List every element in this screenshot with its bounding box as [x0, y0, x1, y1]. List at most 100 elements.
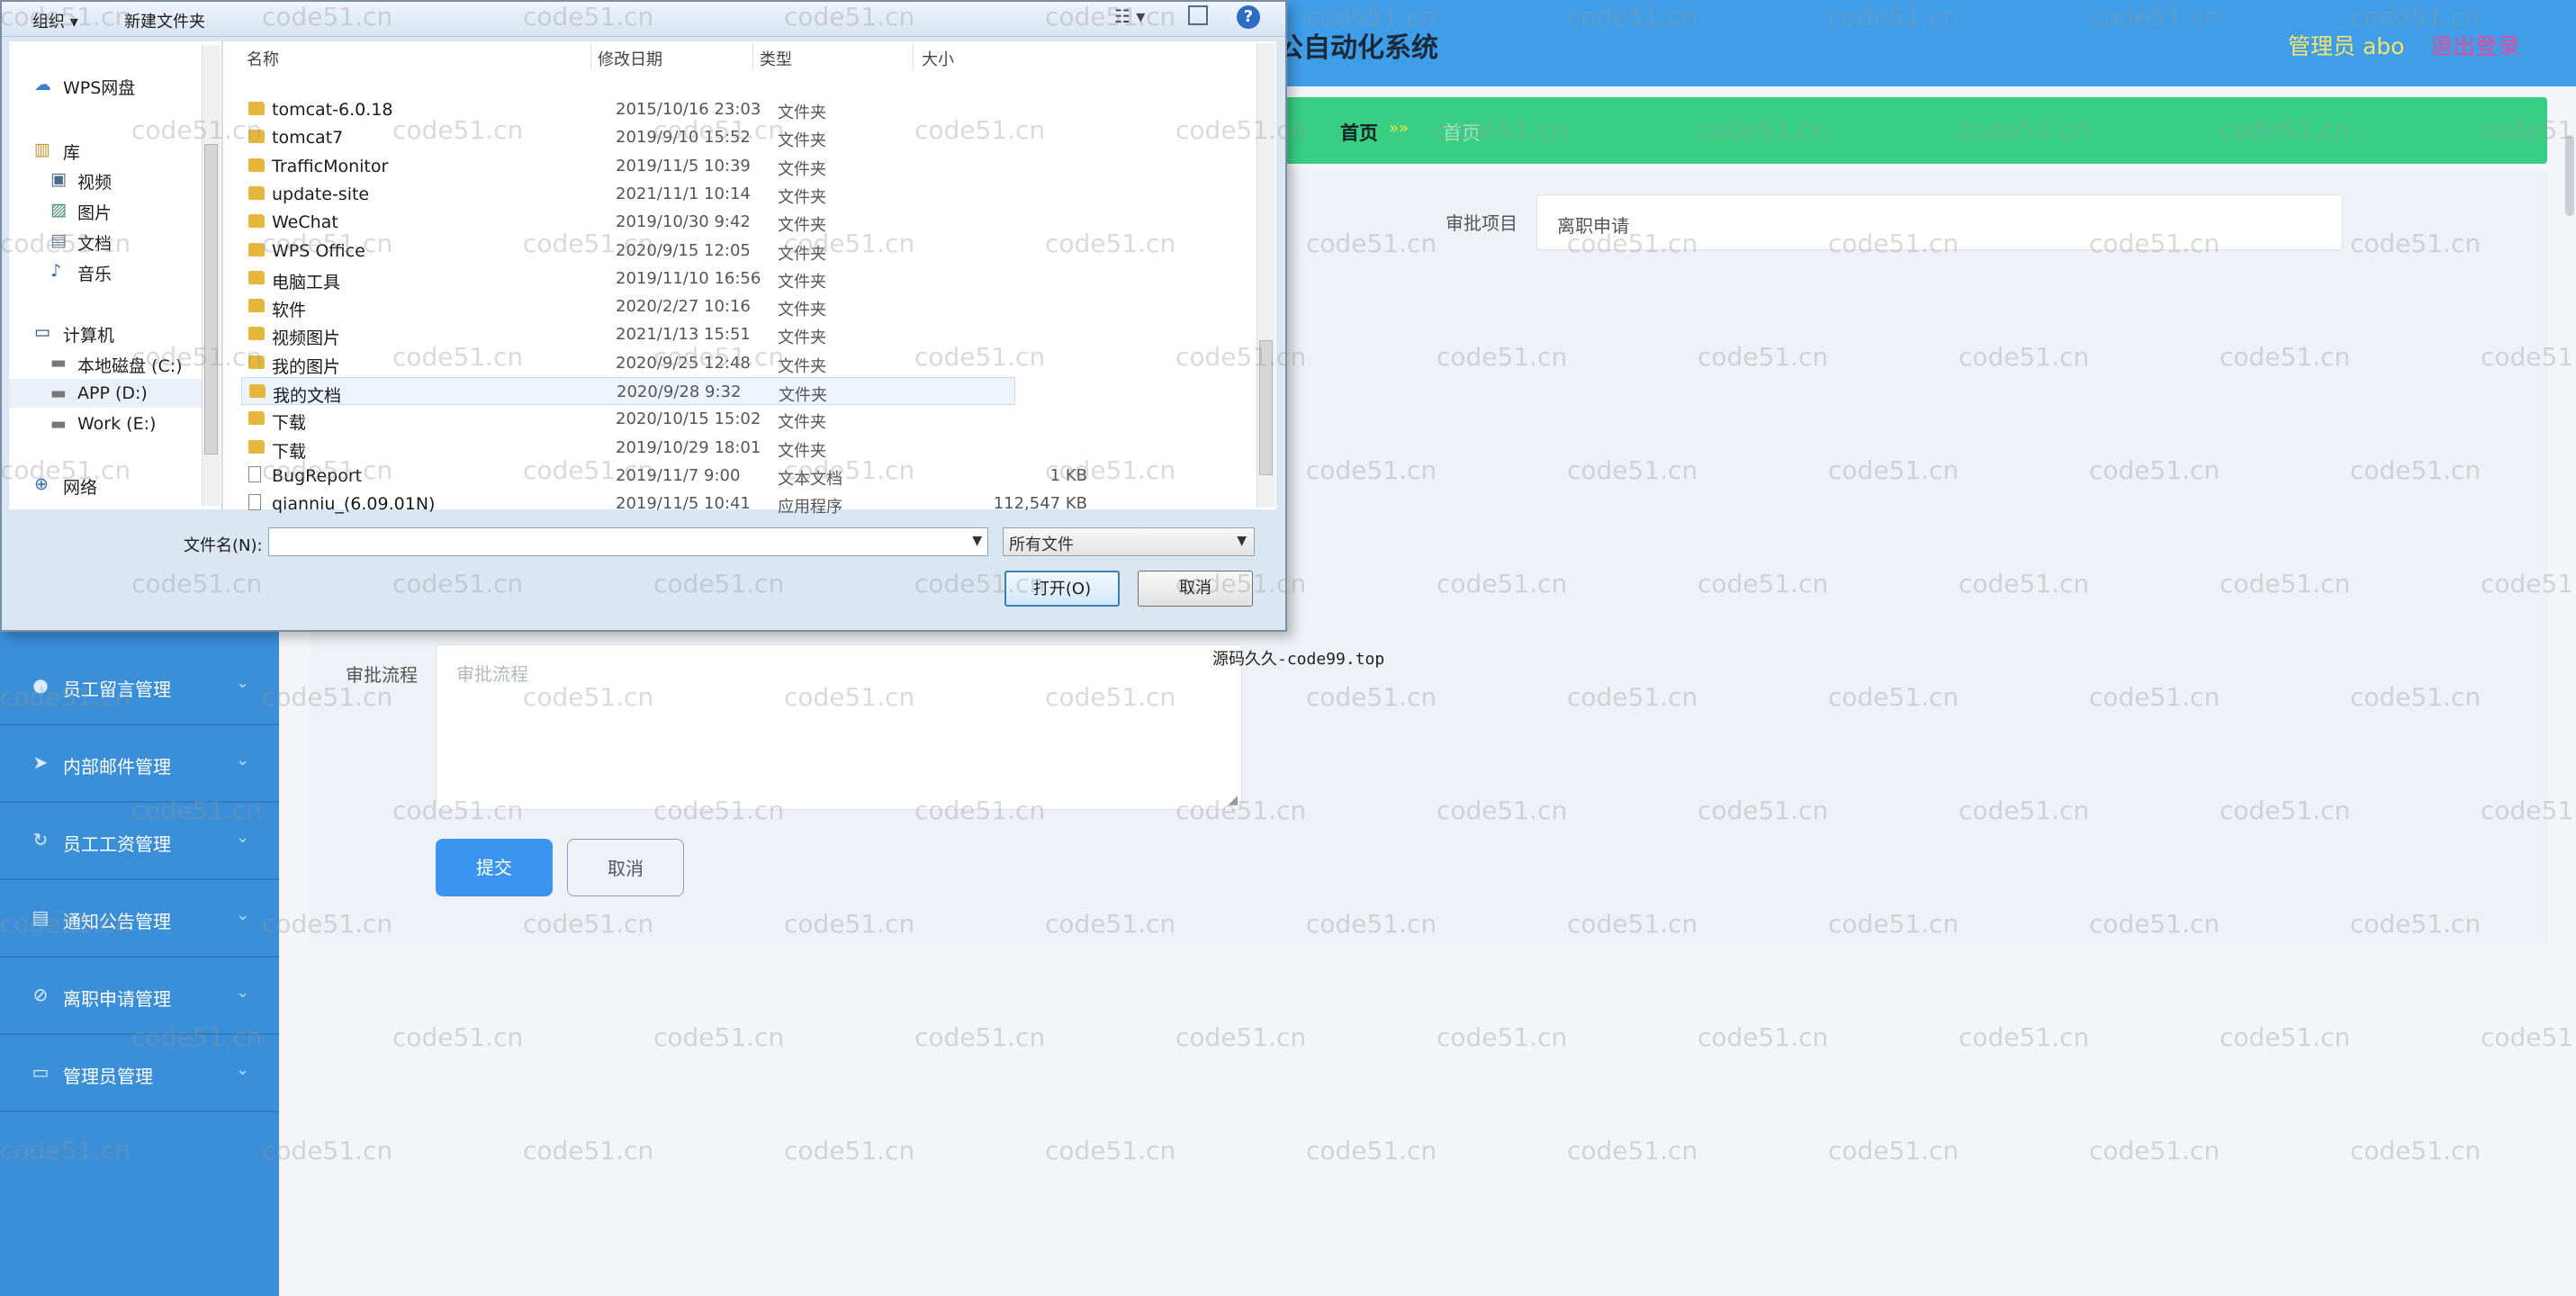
file-row[interactable]: qianniu_(6.09.01N) 2019/11/5 10:41 应用程序 112… — [241, 490, 1235, 518]
nav-scrollbar-thumb[interactable] — [204, 144, 218, 454]
nav-item-wps-cloud[interactable]: ☁ WPS网盘 — [9, 70, 207, 99]
chevron-down-icon: ⌄ — [236, 673, 250, 692]
column-header-name[interactable]: 名称 — [247, 47, 279, 70]
sidebar-item-messages[interactable]: ● 员工留言管理 ⌄ — [0, 648, 279, 725]
message-icon: ▭ — [32, 1061, 50, 1083]
filename-input[interactable]: ▼ — [268, 527, 988, 556]
file-row[interactable]: 软件 2020/2/27 10:16 文件夹 — [241, 292, 1235, 320]
nav-item-documents[interactable]: ▤ 文档 — [9, 226, 207, 255]
file-row[interactable]: 我的文档 2020/9/28 9:32 文件夹 — [241, 377, 1015, 406]
nav-item-label: 文档 — [77, 234, 113, 254]
column-divider[interactable] — [590, 43, 591, 70]
chat-icon: ● — [32, 674, 49, 696]
file-row[interactable]: 电脑工具 2019/11/10 16:56 文件夹 — [241, 265, 1235, 292]
file-list-scrollbar[interactable] — [1256, 43, 1275, 508]
watermark-text: code51.cn — [262, 1136, 393, 1166]
help-icon[interactable]: ? — [1237, 5, 1260, 29]
watermark-text: code51.cn — [1828, 1136, 1959, 1166]
watermark-text: code51.cn — [1175, 1022, 1307, 1052]
video-icon: ▣ — [50, 169, 67, 189]
file-name: 软件 — [272, 301, 307, 321]
file-row[interactable]: WeChat 2019/10/30 9:42 文件夹 — [241, 208, 1235, 236]
file-date: 2019/11/7 9:00 — [616, 465, 741, 485]
chevron-down-icon[interactable]: ▼ — [972, 534, 982, 548]
nav-item-pictures[interactable]: ▨ 图片 — [9, 195, 207, 224]
organize-button[interactable]: 组织 ▾ — [32, 9, 78, 32]
file-name: 下载 — [272, 441, 307, 462]
sidebar-item-salary[interactable]: ↻ 员工工资管理 ⌄ — [0, 803, 279, 880]
file-date: 2019/11/5 10:39 — [616, 156, 751, 176]
file-list-scrollbar-thumb[interactable] — [1259, 340, 1273, 475]
watermark-text: code51.cn — [1306, 1136, 1437, 1166]
project-input[interactable]: 离职申请 — [1536, 194, 2343, 250]
nav-scrollbar[interactable] — [202, 45, 221, 506]
nav-item-drive-d[interactable]: ▬ APP (D:) — [9, 379, 207, 408]
file-name: 电脑工具 — [272, 272, 341, 292]
view-options-icon[interactable]: ☷ ▾ — [1114, 5, 1145, 27]
file-name: tomcat-6.0.18 — [272, 100, 393, 120]
floating-caption: 源码久久-code99.top — [1212, 650, 1385, 669]
new-folder-button[interactable]: 新建文件夹 — [124, 9, 205, 32]
flow-placeholder: 审批流程 — [456, 663, 528, 685]
watermark-text: code51.cn — [2481, 1022, 2576, 1052]
column-divider[interactable] — [913, 43, 914, 70]
breadcrumb-separator: »» — [1389, 119, 1410, 138]
nav-item-computer[interactable]: ▭ 计算机 — [9, 318, 207, 346]
sidebar-item-admins[interactable]: ▭ 管理员管理 ⌄ — [0, 1035, 279, 1112]
admin-label: 管理员 abo — [2288, 33, 2405, 59]
logout-link[interactable]: 退出登录 — [2430, 29, 2520, 61]
submit-button[interactable]: 提交 — [436, 839, 553, 896]
file-row[interactable]: tomcat-6.0.18 2015/10/16 23:03 文件夹 — [241, 95, 1235, 123]
nav-item-label: 图片 — [77, 203, 113, 223]
file-icon — [248, 465, 261, 482]
library-icon: ▥ — [34, 140, 50, 159]
file-row[interactable]: WPS Office 2020/9/15 12:05 文件夹 — [241, 237, 1235, 265]
file-row[interactable]: 视频图片 2021/1/13 15:51 文件夹 — [241, 320, 1235, 348]
preview-pane-icon[interactable] — [1188, 5, 1208, 25]
nav-item-drive-e[interactable]: ▬ Work (E:) — [9, 410, 207, 438]
nav-item-network[interactable]: ⊕ 网络 — [9, 470, 207, 499]
page-scrollbar[interactable] — [2565, 135, 2574, 216]
nav-item-videos[interactable]: ▣ 视频 — [9, 165, 207, 194]
file-row[interactable]: 我的图片 2020/9/25 12:48 文件夹 — [241, 349, 1235, 377]
file-type-select[interactable]: 所有文件 ▼ — [1003, 527, 1255, 556]
file-icon — [248, 494, 261, 511]
nav-item-label: 视频 — [77, 173, 113, 193]
file-date: 2020/9/25 12:48 — [616, 353, 751, 373]
flow-textarea[interactable]: 审批流程 ◢ — [436, 644, 1242, 810]
sidebar-item-mail[interactable]: ➤ 内部邮件管理 ⌄ — [0, 725, 279, 803]
open-button[interactable]: 打开(O) — [1004, 571, 1120, 607]
file-row[interactable]: update-site 2021/11/1 10:14 文件夹 — [241, 180, 1235, 208]
column-header-date[interactable]: 修改日期 — [598, 47, 662, 70]
file-type: 文件夹 — [778, 301, 826, 320]
chevron-down-icon: ⌄ — [236, 828, 250, 847]
sidebar-item-resignation[interactable]: ⊘ 离职申请管理 ⌄ — [0, 958, 279, 1035]
file-name: WeChat — [272, 212, 338, 233]
file-date: 2020/9/15 12:05 — [616, 240, 751, 260]
nav-item-label: 音乐 — [77, 265, 113, 284]
column-divider[interactable] — [752, 43, 753, 70]
nav-item-label: 网络 — [63, 478, 98, 498]
column-header-size[interactable]: 大小 — [922, 47, 954, 70]
send-icon: ➤ — [32, 752, 49, 773]
file-row[interactable]: tomcat7 2019/9/10 15:52 文件夹 — [241, 123, 1235, 151]
column-header-type[interactable]: 类型 — [760, 47, 792, 70]
file-name: update-site — [272, 184, 370, 204]
resize-handle-icon[interactable]: ◢ — [1228, 793, 1238, 807]
cancel-button[interactable]: 取消 — [567, 839, 684, 896]
nav-item-libraries[interactable]: ▥ 库 — [9, 135, 207, 164]
file-row[interactable]: 下载 2020/10/15 15:02 文件夹 — [241, 405, 1235, 433]
refresh-icon: ↻ — [32, 829, 49, 850]
file-date: 2020/9/28 9:32 — [617, 382, 742, 401]
sidebar-item-notices[interactable]: ▤ 通知公告管理 ⌄ — [0, 880, 279, 958]
file-row[interactable]: TrafficMonitor 2019/11/5 10:39 文件夹 — [241, 152, 1235, 180]
nav-item-drive-c[interactable]: ▬ 本地磁盘 (C:) — [9, 348, 207, 377]
file-row[interactable]: 下载 2019/10/29 18:01 文件夹 — [241, 434, 1235, 462]
nav-item-music[interactable]: ♪ 音乐 — [9, 256, 207, 285]
nav-item-label: Work (E:) — [77, 414, 157, 434]
breadcrumb-home[interactable]: 首页 — [1340, 119, 1378, 146]
file-date: 2021/1/13 15:51 — [616, 325, 751, 345]
dialog-cancel-button[interactable]: 取消 — [1138, 571, 1253, 607]
filename-label: 文件名(N): — [184, 536, 263, 555]
file-row[interactable]: BugReport 2019/11/7 9:00 文本文档 1 KB — [241, 462, 1235, 490]
